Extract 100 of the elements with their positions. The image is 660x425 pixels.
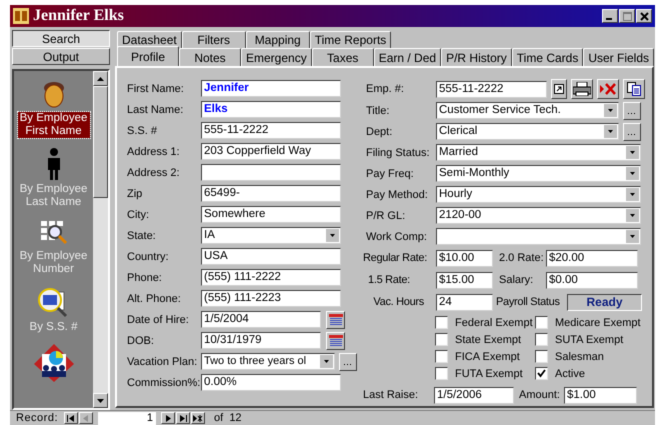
printer-icon — [573, 82, 592, 96]
person-icon[interactable] — [46, 148, 60, 180]
dropdown[interactable]: 2120-00 — [436, 207, 641, 224]
caret-icon[interactable] — [604, 104, 617, 117]
status-indicator: Ready — [567, 294, 642, 310]
last-record-button[interactable] — [176, 412, 190, 424]
checkbox[interactable] — [535, 350, 548, 363]
dropdown[interactable]: Semi-Monthly — [436, 165, 641, 182]
tab[interactable]: Mapping — [246, 31, 310, 48]
text-field[interactable]: 24 — [436, 294, 493, 310]
calendar-button[interactable] — [326, 332, 345, 350]
tab[interactable]: Notes — [179, 48, 241, 66]
calendar-button[interactable] — [326, 310, 345, 328]
checkbox-label: FICA Exempt — [455, 350, 520, 362]
text-field[interactable]: (555) 111-2223 — [201, 290, 341, 307]
chart-people-icon[interactable] — [34, 344, 74, 382]
field-label: Pay Freq: — [365, 168, 415, 180]
tab[interactable]: Earn / Ded — [374, 48, 442, 66]
caret-icon[interactable] — [326, 229, 339, 242]
text-field[interactable] — [201, 164, 341, 181]
calendar-icon — [328, 334, 342, 346]
dropdown[interactable]: Customer Service Tech. — [436, 102, 619, 119]
caret-icon[interactable] — [626, 209, 639, 222]
sidebar-item[interactable]: By Employee First Name — [18, 112, 90, 138]
dropdown[interactable]: Two to three years ol — [201, 353, 335, 370]
open-record-button[interactable] — [550, 79, 568, 99]
checkbox-label: Salesman — [555, 350, 604, 362]
tab[interactable]: Filters — [182, 31, 246, 48]
caret-icon[interactable] — [320, 355, 333, 368]
minimize-button[interactable] — [602, 9, 618, 23]
dropdown[interactable]: Clerical — [436, 123, 619, 140]
more-button[interactable] — [623, 102, 641, 120]
text-field[interactable]: 555-11-2222 — [436, 80, 547, 98]
record-number-field[interactable]: 1 — [98, 412, 156, 424]
tab[interactable]: Time Reports — [310, 31, 392, 48]
copy-button[interactable] — [623, 79, 646, 99]
checkbox[interactable] — [435, 350, 448, 363]
next-arrow-icon — [163, 414, 174, 422]
head-icon[interactable] — [42, 79, 66, 109]
dropdown[interactable]: Hourly — [436, 186, 641, 203]
text-field[interactable]: $0.00 — [546, 272, 638, 288]
checkbox[interactable] — [435, 316, 448, 329]
scroll-up-icon[interactable] — [97, 76, 104, 80]
tab[interactable]: Emergency — [241, 48, 312, 66]
field-label: 2.0 Rate: — [498, 252, 545, 264]
caret-icon[interactable] — [626, 188, 639, 201]
text-field[interactable]: 555-11-2222 — [201, 122, 341, 139]
checkbox[interactable] — [435, 333, 448, 346]
text-field[interactable]: 203 Copperfield Way — [201, 143, 341, 160]
field-label: Country: — [127, 250, 170, 262]
next-record-button[interactable] — [161, 412, 176, 424]
text-field[interactable]: $10.00 — [436, 250, 493, 266]
more-button[interactable] — [623, 122, 641, 140]
sidebar-button[interactable]: Search — [12, 30, 110, 47]
delete-button[interactable] — [597, 79, 620, 99]
scroll-down-icon[interactable] — [97, 398, 104, 402]
checkbox[interactable] — [535, 316, 548, 329]
dropdown[interactable]: Married — [436, 144, 641, 161]
checkmark-icon — [537, 369, 546, 378]
dropdown[interactable] — [436, 228, 641, 245]
field-label: DOB: — [127, 334, 155, 346]
scrollbar[interactable] — [93, 71, 108, 408]
maximize-button[interactable] — [619, 9, 635, 23]
tab[interactable]: Profile — [117, 46, 179, 66]
text-field[interactable]: $15.00 — [436, 272, 493, 288]
caret-icon[interactable] — [626, 146, 639, 159]
first-record-button[interactable] — [64, 412, 78, 424]
field-label: S.S. # — [127, 124, 158, 136]
field-label: Title: — [365, 104, 390, 116]
more-button[interactable] — [339, 352, 357, 370]
text-field[interactable]: 1/5/2006 — [434, 386, 514, 404]
field-label: Phone: — [127, 272, 163, 284]
sidebar-button[interactable]: Output — [12, 48, 110, 65]
text-field[interactable]: $1.00 — [564, 386, 637, 404]
text-field[interactable]: Somewhere — [201, 206, 341, 223]
text-field[interactable]: Elks — [201, 101, 341, 118]
checkbox[interactable] — [535, 333, 548, 346]
caret-icon[interactable] — [604, 125, 617, 138]
tab[interactable]: User Fields — [583, 48, 654, 66]
text-field[interactable]: $20.00 — [546, 250, 638, 266]
grid-magnifier-icon[interactable] — [38, 219, 68, 247]
tab[interactable]: Time Cards — [512, 48, 584, 66]
date-field[interactable]: 10/31/1979 — [201, 332, 321, 349]
tab[interactable]: Taxes — [312, 48, 374, 66]
tab[interactable]: P/R History — [441, 48, 512, 66]
text-field[interactable]: (555) 111-2222 — [201, 269, 341, 286]
text-field[interactable]: USA — [201, 248, 341, 265]
caret-icon[interactable] — [626, 167, 639, 180]
checkbox[interactable] — [435, 367, 448, 380]
text-field[interactable]: Jennifer — [201, 80, 341, 97]
print-button[interactable] — [571, 79, 594, 99]
close-button[interactable] — [636, 9, 652, 23]
field-label: State: — [127, 230, 157, 242]
text-field[interactable]: 0.00% — [201, 374, 341, 391]
text-field[interactable]: 65499- — [201, 185, 341, 202]
caret-icon[interactable] — [626, 230, 639, 243]
checkbox[interactable] — [535, 367, 548, 380]
dropdown[interactable]: IA — [201, 227, 341, 244]
date-field[interactable]: 1/5/2004 — [201, 311, 321, 328]
new-record-button[interactable] — [191, 412, 206, 424]
